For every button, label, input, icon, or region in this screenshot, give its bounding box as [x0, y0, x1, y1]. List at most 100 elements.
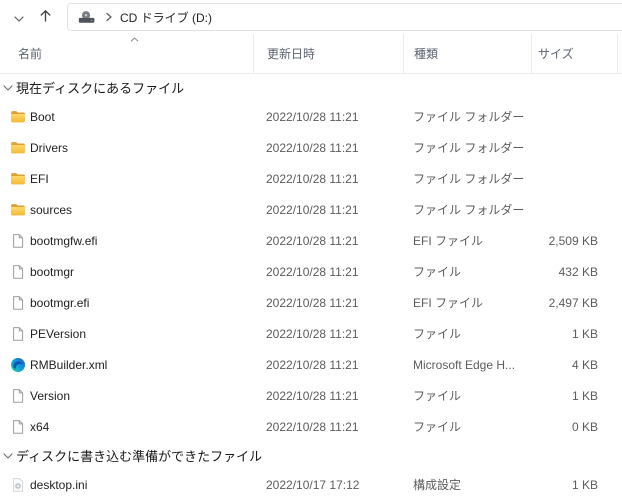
size-cell: 2,497 KB: [548, 295, 598, 310]
file-row[interactable]: bootmgr.efi 2022/10/28 11:21 EFI ファイル 2,…: [0, 287, 622, 318]
file-name: bootmgfw.efi: [30, 233, 98, 248]
yellow-folder-icon: [10, 202, 26, 218]
yellow-folder-icon: [10, 140, 26, 156]
type-cell: Microsoft Edge H...: [413, 357, 516, 372]
type-cell: ファイル フォルダー: [413, 172, 525, 186]
name-cell: Boot: [0, 109, 253, 125]
date-modified-cell: 2022/10/28 11:21: [266, 326, 359, 341]
size-cell: 1 KB: [571, 326, 598, 341]
size-cell: 432 KB: [558, 264, 598, 279]
explorer-window: CD ドライブ (D:) 名前 更新日時 種類 サイズ 現在ディスクにあるファイ…: [0, 0, 622, 500]
file-row[interactable]: desktop.ini 2022/10/17 17:12 構成設定 1 KB: [0, 469, 622, 500]
column-header-size[interactable]: サイズ: [531, 34, 618, 73]
name-cell: sources: [0, 202, 253, 218]
file-name: Version: [30, 388, 71, 403]
blank-document-icon: [10, 419, 26, 435]
name-cell: RMBuilder.xml: [0, 357, 253, 373]
blank-document-icon: [10, 388, 26, 404]
arrow-up-icon: [38, 8, 53, 26]
file-list: 現在ディスクにあるファイル Boot 2022/10/28 11:21 ファイル…: [0, 74, 622, 500]
file-name: RMBuilder.xml: [30, 357, 108, 372]
type-cell: ファイル フォルダー: [413, 141, 525, 155]
date-modified-cell: 2022/10/17 17:12: [266, 477, 360, 492]
microsoft-edge-logo-icon: [10, 357, 26, 373]
file-row[interactable]: EFI 2022/10/28 11:21 ファイル フォルダー: [0, 163, 622, 194]
file-name: desktop.ini: [30, 477, 88, 492]
address-bar[interactable]: CD ドライブ (D:): [67, 3, 622, 31]
group-header[interactable]: 現在ディスクにあるファイル: [0, 74, 622, 101]
file-row[interactable]: Version 2022/10/28 11:21 ファイル 1 KB: [0, 380, 622, 411]
name-cell: PEVersion: [0, 326, 253, 342]
history-dropdown-button[interactable]: [6, 4, 32, 30]
type-cell: ファイル フォルダー: [413, 110, 525, 124]
type-cell: ファイル フォルダー: [413, 203, 525, 217]
name-cell: x64: [0, 419, 253, 435]
file-row[interactable]: Boot 2022/10/28 11:21 ファイル フォルダー: [0, 101, 622, 132]
column-header-type[interactable]: 種類: [403, 34, 531, 73]
blank-document-icon: [10, 295, 26, 311]
name-cell: desktop.ini: [0, 477, 253, 493]
type-cell: ファイル: [413, 420, 462, 434]
name-cell: bootmgfw.efi: [0, 233, 253, 249]
type-cell: ファイル: [413, 389, 462, 403]
file-name: bootmgr: [30, 264, 75, 279]
toolbar: CD ドライブ (D:): [0, 0, 622, 34]
up-button[interactable]: [32, 4, 58, 30]
column-headers: 名前 更新日時 種類 サイズ: [0, 34, 622, 74]
column-header-type-label: 種類: [414, 47, 439, 61]
name-cell: bootmgr.efi: [0, 295, 253, 311]
column-header-size-label: サイズ: [538, 47, 574, 61]
date-modified-cell: 2022/10/28 11:21: [266, 388, 359, 403]
chevron-down-icon: [14, 10, 24, 25]
file-name: bootmgr.efi: [30, 295, 90, 310]
size-cell: 4 KB: [571, 357, 598, 372]
file-row[interactable]: bootmgr 2022/10/28 11:21 ファイル 432 KB: [0, 256, 622, 287]
sort-ascending-icon: [130, 37, 139, 42]
file-name: EFI: [30, 171, 49, 186]
date-modified-cell: 2022/10/28 11:21: [266, 171, 359, 186]
column-header-name[interactable]: 名前: [0, 34, 253, 73]
name-cell: EFI: [0, 171, 253, 187]
file-name: Boot: [30, 109, 55, 124]
file-row[interactable]: PEVersion 2022/10/28 11:21 ファイル 1 KB: [0, 318, 622, 349]
chevron-down-icon[interactable]: [2, 84, 13, 91]
date-modified-cell: 2022/10/28 11:21: [266, 419, 359, 434]
file-row[interactable]: bootmgfw.efi 2022/10/28 11:21 EFI ファイル 2…: [0, 225, 622, 256]
settings-gear-document-icon: [10, 477, 26, 493]
type-cell: EFI ファイル: [413, 234, 484, 248]
date-modified-cell: 2022/10/28 11:21: [266, 140, 359, 155]
date-modified-cell: 2022/10/28 11:21: [266, 295, 359, 310]
file-row[interactable]: x64 2022/10/28 11:21 ファイル 0 KB: [0, 411, 622, 442]
name-cell: Drivers: [0, 140, 253, 156]
group-label: 現在ディスクにあるファイル: [16, 81, 185, 96]
yellow-folder-icon: [10, 109, 26, 125]
size-cell: 2,509 KB: [548, 233, 598, 248]
name-cell: bootmgr: [0, 264, 253, 280]
column-header-date-label: 更新日時: [267, 47, 316, 61]
date-modified-cell: 2022/10/28 11:21: [266, 233, 359, 248]
cd-drive-icon: [78, 10, 96, 25]
type-cell: ファイル: [413, 327, 462, 341]
type-cell: 構成設定: [413, 478, 462, 492]
file-row[interactable]: sources 2022/10/28 11:21 ファイル フォルダー: [0, 194, 622, 225]
size-cell: 0 KB: [571, 419, 598, 434]
column-header-name-label: 名前: [18, 47, 43, 61]
size-cell: 1 KB: [571, 388, 598, 403]
name-cell: Version: [0, 388, 253, 404]
size-cell: 1 KB: [571, 477, 598, 492]
file-row[interactable]: RMBuilder.xml 2022/10/28 11:21 Microsoft…: [0, 349, 622, 380]
chevron-down-icon[interactable]: [2, 452, 13, 459]
chevron-right-icon: [105, 12, 113, 22]
column-header-date-modified[interactable]: 更新日時: [253, 34, 403, 73]
file-name: sources: [30, 202, 73, 217]
file-name: Drivers: [30, 140, 68, 155]
yellow-folder-icon: [10, 171, 26, 187]
date-modified-cell: 2022/10/28 11:21: [266, 109, 359, 124]
date-modified-cell: 2022/10/28 11:21: [266, 264, 359, 279]
group-header[interactable]: ディスクに書き込む準備ができたファイル: [0, 442, 622, 469]
file-row[interactable]: Drivers 2022/10/28 11:21 ファイル フォルダー: [0, 132, 622, 163]
file-name: x64: [30, 419, 50, 434]
file-name: PEVersion: [30, 326, 87, 341]
type-cell: ファイル: [413, 265, 462, 279]
breadcrumb-drive[interactable]: CD ドライブ (D:): [120, 9, 212, 26]
